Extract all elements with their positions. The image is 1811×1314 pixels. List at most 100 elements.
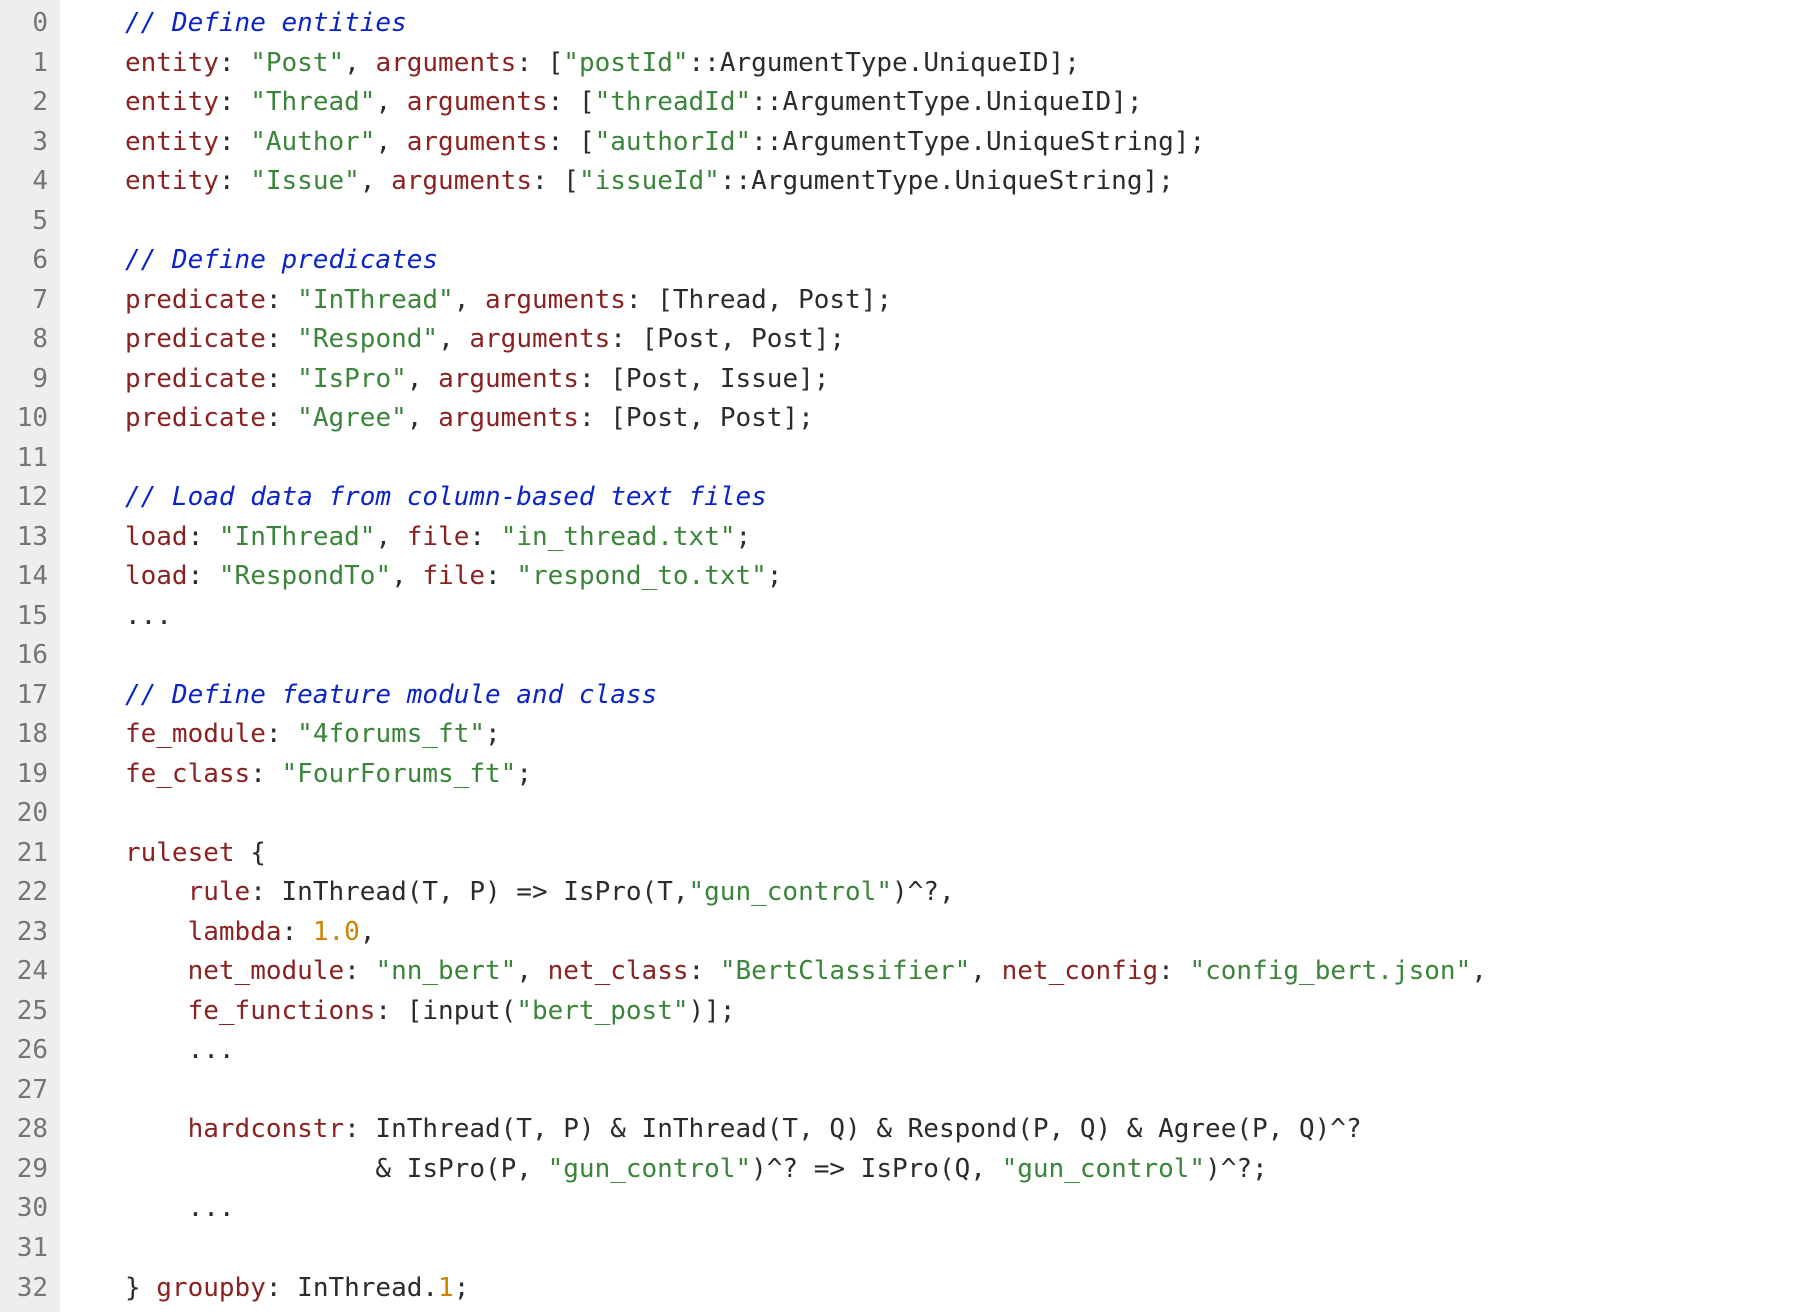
- token-str: "config_bert.json": [1189, 956, 1471, 986]
- token-key: net_class: [548, 956, 689, 986]
- token-key: net_config: [1002, 956, 1159, 986]
- token-num: 1: [438, 1273, 454, 1303]
- code-line: entity: "Author", arguments: ["authorId"…: [78, 123, 1811, 163]
- token-txt: [78, 324, 125, 354]
- token-comment: // Define entities: [125, 8, 407, 38]
- code-line: ...: [78, 597, 1811, 637]
- token-txt: : InThread.: [266, 1273, 438, 1303]
- line-number: 30: [8, 1189, 48, 1229]
- token-txt: ,: [438, 324, 469, 354]
- token-txt: [78, 403, 125, 433]
- token-str: "BertClassifier": [720, 956, 970, 986]
- token-txt: ;: [454, 1273, 470, 1303]
- token-txt: [78, 166, 125, 196]
- token-txt: )^?;: [1205, 1154, 1268, 1184]
- token-txt: }: [78, 1273, 156, 1303]
- line-number: 32: [8, 1269, 48, 1309]
- token-txt: ,: [375, 87, 406, 117]
- token-txt: ,: [1471, 956, 1487, 986]
- token-txt: [78, 1075, 94, 1105]
- line-number-gutter: 0123456789101112131415161718192021222324…: [0, 0, 60, 1312]
- token-txt: : [input(: [375, 996, 516, 1026]
- token-txt: ,: [516, 956, 547, 986]
- line-number: 16: [8, 636, 48, 676]
- line-number: 4: [8, 162, 48, 202]
- token-txt: )^?,: [892, 877, 955, 907]
- code-editor: 0123456789101112131415161718192021222324…: [0, 0, 1811, 1312]
- token-str: "RespondTo": [219, 561, 391, 591]
- token-txt: [78, 996, 188, 1026]
- token-key: entity: [125, 127, 219, 157]
- token-txt: ::ArgumentType.UniqueID];: [751, 87, 1142, 117]
- token-txt: : InThread(T, P) => IsPro(T,: [250, 877, 688, 907]
- token-str: "4forums_ft": [297, 719, 485, 749]
- token-txt: [78, 364, 125, 394]
- token-txt: :: [219, 48, 250, 78]
- code-line: & IsPro(P, "gun_control")^? => IsPro(Q, …: [78, 1150, 1811, 1190]
- line-number: 28: [8, 1110, 48, 1150]
- line-number: 13: [8, 518, 48, 558]
- token-str: "gun_control": [689, 877, 893, 907]
- token-key: fe_functions: [188, 996, 376, 1026]
- token-txt: ,: [375, 522, 406, 552]
- line-number: 26: [8, 1031, 48, 1071]
- code-line: predicate: "Agree", arguments: [Post, Po…: [78, 399, 1811, 439]
- token-txt: [78, 443, 94, 473]
- token-txt: [78, 48, 125, 78]
- token-txt: & IsPro(P,: [78, 1154, 548, 1184]
- code-line: [78, 794, 1811, 834]
- token-txt: {: [235, 838, 266, 868]
- token-str: "Author": [250, 127, 375, 157]
- line-number: 24: [8, 952, 48, 992]
- token-str: "authorId": [595, 127, 752, 157]
- token-str: "Agree": [297, 403, 407, 433]
- token-txt: [78, 877, 188, 907]
- token-txt: :: [188, 522, 219, 552]
- token-txt: :: [469, 522, 500, 552]
- token-txt: ,: [407, 403, 438, 433]
- token-str: "Respond": [297, 324, 438, 354]
- code-line: load: "RespondTo", file: "respond_to.txt…: [78, 557, 1811, 597]
- token-str: "bert_post": [516, 996, 688, 1026]
- line-number: 1: [8, 44, 48, 84]
- token-key: predicate: [125, 364, 266, 394]
- token-str: "Thread": [250, 87, 375, 117]
- code-line: rule: InThread(T, P) => IsPro(T,"gun_con…: [78, 873, 1811, 913]
- token-key: arguments: [469, 324, 610, 354]
- token-key: file: [422, 561, 485, 591]
- token-key: predicate: [125, 285, 266, 315]
- token-txt: [78, 285, 125, 315]
- token-txt: :: [266, 285, 297, 315]
- code-line: fe_class: "FourForums_ft";: [78, 755, 1811, 795]
- token-txt: :: [219, 166, 250, 196]
- code-line: entity: "Thread", arguments: ["threadId"…: [78, 83, 1811, 123]
- token-txt: :: [250, 759, 281, 789]
- token-txt: [78, 680, 125, 710]
- token-txt: :: [219, 127, 250, 157]
- token-txt: )];: [689, 996, 736, 1026]
- code-line: [78, 1071, 1811, 1111]
- line-number: 2: [8, 83, 48, 123]
- line-number: 27: [8, 1071, 48, 1111]
- token-comment: // Define predicates: [125, 245, 438, 275]
- token-txt: ...: [78, 1035, 235, 1065]
- token-txt: : [Post, Post];: [610, 324, 845, 354]
- line-number: 15: [8, 597, 48, 637]
- code-line: predicate: "InThread", arguments: [Threa…: [78, 281, 1811, 321]
- line-number: 5: [8, 202, 48, 242]
- token-key: arguments: [391, 166, 532, 196]
- token-txt: [78, 917, 188, 947]
- line-number: 14: [8, 557, 48, 597]
- line-number: 10: [8, 399, 48, 439]
- token-txt: ;: [736, 522, 752, 552]
- token-txt: [78, 798, 94, 828]
- token-txt: )^? => IsPro(Q,: [751, 1154, 1001, 1184]
- code-line: fe_module: "4forums_ft";: [78, 715, 1811, 755]
- line-number: 25: [8, 992, 48, 1032]
- token-txt: : [Post, Issue];: [579, 364, 829, 394]
- token-str: "FourForums_ft": [282, 759, 517, 789]
- line-number: 22: [8, 873, 48, 913]
- token-txt: :: [219, 87, 250, 117]
- token-txt: ::ArgumentType.UniqueString];: [720, 166, 1174, 196]
- code-line: [78, 202, 1811, 242]
